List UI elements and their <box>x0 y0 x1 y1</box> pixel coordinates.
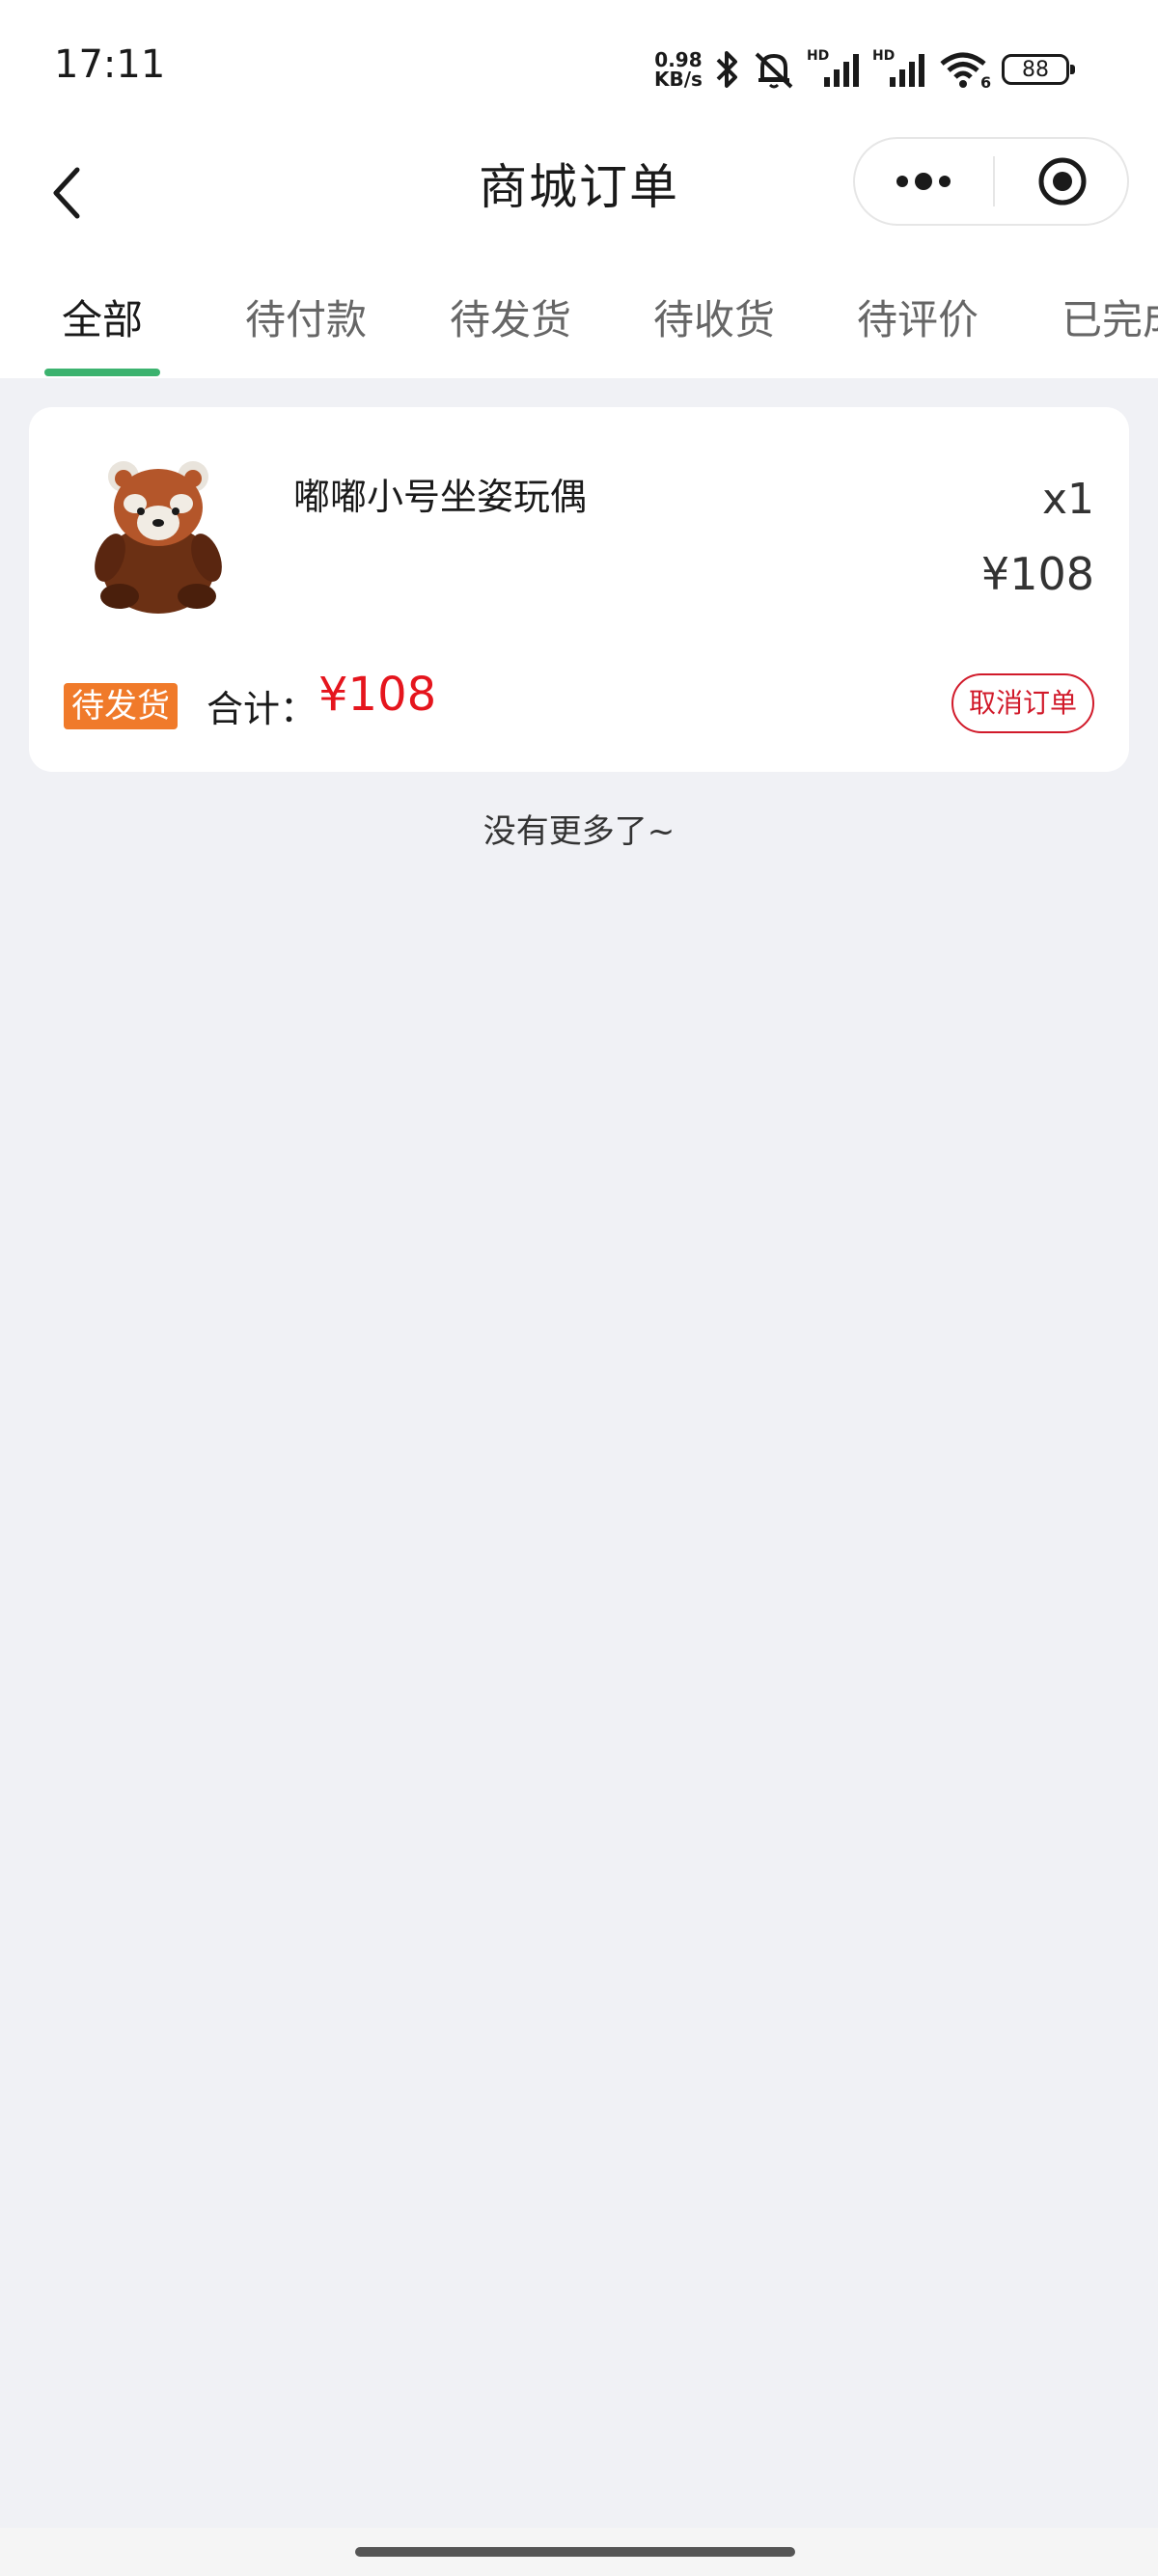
net-speed-unit: KB/s <box>654 68 703 91</box>
status-icons: 0.98 KB/s HD HD 6 88 <box>654 42 1075 96</box>
tab-pending-review[interactable]: 待评价 <box>857 288 979 346</box>
product-quantity: x1 <box>1041 475 1094 524</box>
wifi-label: 6 <box>979 73 992 92</box>
tab-all[interactable]: 全部 <box>62 288 143 346</box>
wifi: 6 <box>938 48 992 92</box>
product-image[interactable] <box>71 444 245 617</box>
signal-1: HD <box>807 48 863 91</box>
tab-pending-shipment[interactable]: 待发货 <box>450 288 571 346</box>
tab-pending-receipt[interactable]: 待收货 <box>653 288 775 346</box>
status-time: 17:11 <box>54 42 166 87</box>
cellular-signal-icon <box>823 54 859 87</box>
status-bar: 17:11 0.98 KB/s HD HD 6 88 <box>0 0 1158 135</box>
more-button[interactable] <box>855 139 992 224</box>
status-badge: 待发货 <box>64 683 178 729</box>
active-tab-indicator <box>44 369 160 376</box>
mini-program-capsule <box>853 137 1129 226</box>
target-circle-icon <box>1038 157 1086 206</box>
net-speed-value: 0.98 <box>654 48 703 71</box>
tab-completed[interactable]: 已完成 <box>1062 288 1158 346</box>
total-label: 合计： <box>207 688 317 730</box>
mute-bell-icon <box>755 52 793 89</box>
cellular-signal-icon <box>889 54 924 87</box>
net-speed: 0.98 KB/s <box>654 50 703 89</box>
battery-icon: 88 <box>1001 54 1075 85</box>
home-indicator[interactable] <box>355 2547 795 2557</box>
close-button[interactable] <box>995 139 1129 224</box>
battery-level: 88 <box>1021 57 1049 82</box>
product-name[interactable]: 嘟嘟小号坐姿玩偶 <box>293 467 587 520</box>
signal-2: HD <box>872 48 928 91</box>
order-tabs: 全部 待付款 待发货 待收货 待评价 已完成 <box>0 282 1158 378</box>
tab-pending-payment[interactable]: 待付款 <box>245 288 367 346</box>
nav-bar: 商城订单 <box>0 135 1158 251</box>
order-card[interactable]: 嘟嘟小号坐姿玩偶 x1 ¥108 待发货 合计： ¥108 取消订单 <box>29 407 1129 772</box>
product-price: ¥108 <box>980 548 1094 600</box>
cancel-order-button[interactable]: 取消订单 <box>951 673 1094 733</box>
header-area: 17:11 0.98 KB/s HD HD 6 88 商城订单 全部 待付款 待… <box>0 0 1158 378</box>
no-more-text: 没有更多了~ <box>482 812 676 851</box>
total-value: ¥108 <box>318 668 437 722</box>
more-dots-icon <box>896 173 951 190</box>
bluetooth-icon <box>716 51 737 88</box>
